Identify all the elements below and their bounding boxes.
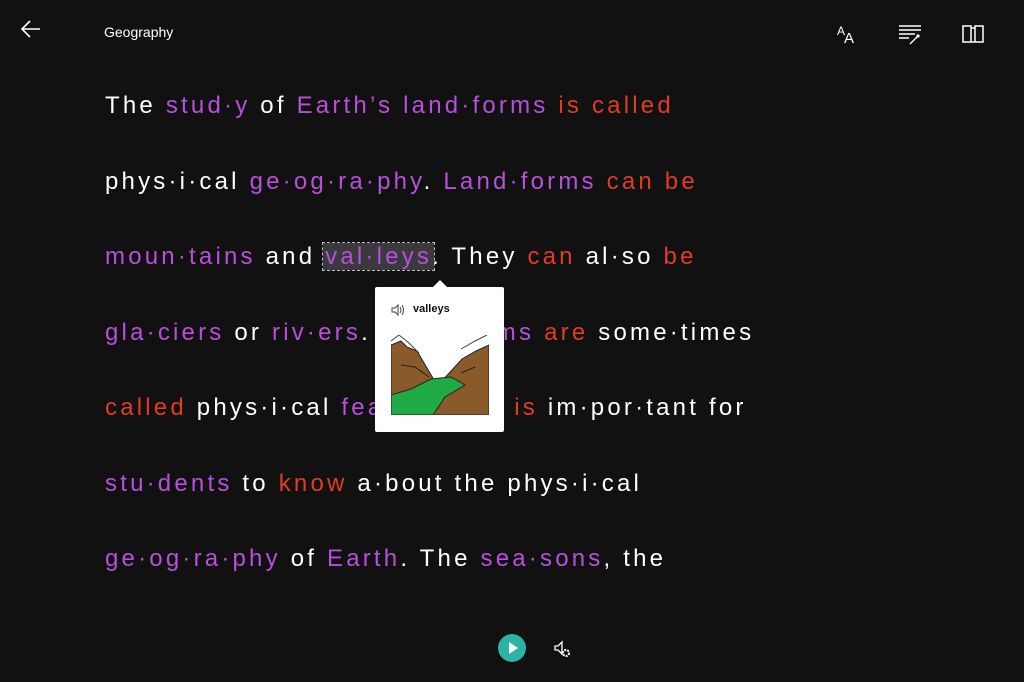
picture-dictionary-popup: valleys: [375, 280, 504, 432]
text-line: stu·dents to know a·bout the phys·i·cal: [105, 464, 985, 540]
selected-word[interactable]: val·leys: [322, 242, 436, 271]
word[interactable]: Land·forms: [443, 168, 596, 195]
word[interactable]: sea·sons: [481, 545, 604, 572]
punctuation: .: [423, 167, 434, 195]
svg-text:A: A: [844, 30, 854, 46]
word[interactable]: al·so: [586, 243, 654, 270]
text-line: moun·tains and val·leys. They can al·so …: [105, 237, 985, 313]
word[interactable]: the: [623, 545, 666, 572]
word[interactable]: is: [558, 92, 582, 119]
word[interactable]: ge·og·ra·phy: [250, 168, 424, 195]
word[interactable]: stud·y: [166, 92, 251, 119]
text-line: gla·ciers or riv·ers. Land·forms are som…: [105, 313, 985, 389]
voice-settings-icon[interactable]: [552, 639, 572, 659]
text-line: The stud·y of Earth’s land·forms is call…: [105, 86, 985, 162]
word[interactable]: gla·ciers: [105, 319, 225, 346]
text-line: ge·og·ra·phy of Earth. The sea·sons, the: [105, 539, 985, 615]
word[interactable]: phys·i·cal: [507, 470, 642, 497]
popup-word: valleys: [413, 303, 450, 315]
word[interactable]: riv·ers: [272, 319, 361, 346]
punctuation: .: [432, 243, 442, 270]
word[interactable]: They: [451, 243, 517, 270]
word[interactable]: stu·dents: [105, 470, 233, 497]
punctuation: .: [400, 545, 411, 572]
word[interactable]: to: [242, 470, 268, 497]
text-line: phys·i·cal ge·og·ra·phy. Land·forms can …: [105, 162, 985, 238]
word[interactable]: can: [607, 168, 655, 195]
play-icon: [509, 642, 518, 654]
grammar-options-icon[interactable]: [898, 22, 922, 46]
word[interactable]: of: [260, 92, 286, 119]
word[interactable]: phys·i·cal: [105, 168, 240, 195]
word[interactable]: called: [592, 92, 674, 119]
word[interactable]: Earth’s: [297, 92, 394, 119]
word[interactable]: a·bout: [357, 470, 444, 497]
word[interactable]: moun·tains: [105, 243, 256, 270]
word[interactable]: and: [266, 243, 316, 270]
page-title: Geography: [104, 24, 174, 40]
word[interactable]: are: [544, 319, 588, 346]
word[interactable]: land·forms: [403, 92, 548, 119]
reading-preferences-icon[interactable]: [961, 22, 985, 46]
valley-picture: [391, 335, 489, 415]
speaker-icon[interactable]: [391, 304, 405, 316]
word[interactable]: some·times: [598, 319, 754, 346]
word[interactable]: for: [709, 394, 747, 421]
reading-text: The stud·y of Earth’s land·forms is call…: [105, 86, 985, 615]
word[interactable]: im·por·tant: [548, 394, 699, 421]
word[interactable]: The: [105, 92, 156, 119]
word[interactable]: is: [514, 394, 538, 421]
word[interactable]: called: [105, 394, 187, 421]
back-arrow-icon[interactable]: [18, 16, 44, 42]
word[interactable]: the: [455, 470, 498, 497]
word[interactable]: The: [420, 545, 471, 572]
word[interactable]: of: [291, 545, 317, 572]
word[interactable]: or: [234, 319, 262, 346]
word[interactable]: can: [527, 243, 575, 270]
word[interactable]: know: [279, 470, 348, 497]
play-button[interactable]: [498, 634, 526, 662]
word[interactable]: ge·og·ra·phy: [105, 545, 281, 572]
text-line: called phys·i·cal fea·tures. It is im·po…: [105, 388, 985, 464]
punctuation: .: [361, 318, 371, 346]
word[interactable]: phys·i·cal: [197, 394, 332, 421]
text-preferences-icon[interactable]: AA: [836, 22, 860, 46]
punctuation: ,: [603, 545, 614, 572]
word[interactable]: be: [665, 168, 698, 195]
word[interactable]: be: [664, 243, 697, 270]
word[interactable]: Earth: [327, 545, 400, 572]
